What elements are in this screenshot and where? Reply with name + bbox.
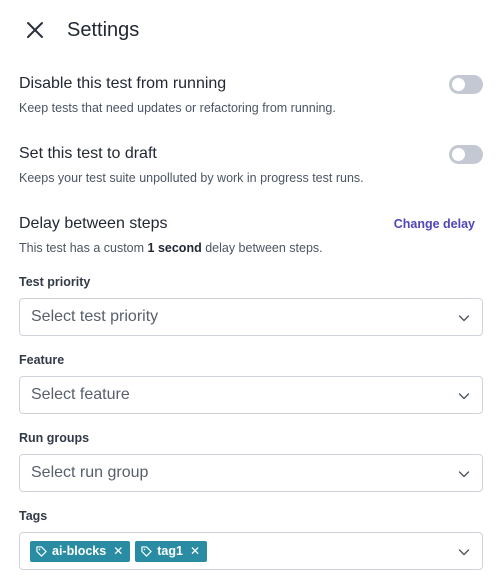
tags-label: Tags [19, 509, 48, 523]
delay-value: 1 second [147, 241, 202, 255]
delay-row: Delay between steps This test has a cust… [19, 214, 483, 256]
delay-description: This test has a custom 1 second delay be… [19, 240, 483, 256]
draft-title: Set this test to draft [19, 145, 157, 162]
feature-label: Feature [19, 353, 65, 367]
feature-select[interactable]: Select feature [19, 376, 483, 414]
feature-placeholder: Select feature [31, 386, 130, 403]
tag-label: tag1 [157, 544, 183, 558]
delay-desc-prefix: This test has a custom [19, 241, 148, 255]
tag-label: ai-blocks [52, 544, 107, 558]
toggle-knob [452, 78, 465, 91]
draft-description: Keeps your test suite unpolluted by work… [19, 171, 364, 185]
change-delay-link[interactable]: Change delay [394, 214, 475, 234]
tag-icon [36, 545, 47, 557]
test-priority-select[interactable]: Select test priority [19, 298, 483, 336]
disable-test-title: Disable this test from running [19, 75, 227, 92]
run-groups-select[interactable]: Select run group [19, 454, 483, 492]
tags-select[interactable]: ai-blocks ✕ tag1 ✕ [19, 532, 483, 570]
remove-tag-icon[interactable]: ✕ [113, 544, 123, 558]
disable-test-toggle[interactable] [449, 75, 483, 94]
draft-row: Set this test to draft Keeps your test s… [19, 144, 483, 186]
close-icon[interactable] [19, 14, 51, 46]
draft-toggle[interactable] [449, 145, 483, 164]
tag-icon [141, 545, 152, 557]
chevron-down-icon [458, 393, 470, 400]
settings-panel: Settings Disable this test from running … [0, 0, 502, 581]
disable-test-row: Disable this test from running Keep test… [19, 74, 483, 116]
tag-chip: ai-blocks ✕ [30, 540, 131, 562]
chevron-down-icon [458, 471, 470, 478]
toggle-knob [452, 148, 465, 161]
test-priority-placeholder: Select test priority [31, 308, 159, 325]
remove-tag-icon[interactable]: ✕ [190, 544, 200, 558]
delay-desc-suffix: delay between steps. [201, 241, 323, 255]
settings-header: Settings [19, 14, 139, 46]
test-priority-label: Test priority [19, 275, 91, 289]
page-title: Settings [67, 18, 140, 41]
chevron-down-icon [458, 315, 470, 322]
chevron-down-icon [458, 549, 470, 556]
disable-test-description: Keep tests that need updates or refactor… [19, 101, 336, 115]
run-groups-placeholder: Select run group [31, 464, 149, 481]
tag-chip: tag1 ✕ [135, 540, 208, 562]
run-groups-label: Run groups [19, 431, 90, 445]
